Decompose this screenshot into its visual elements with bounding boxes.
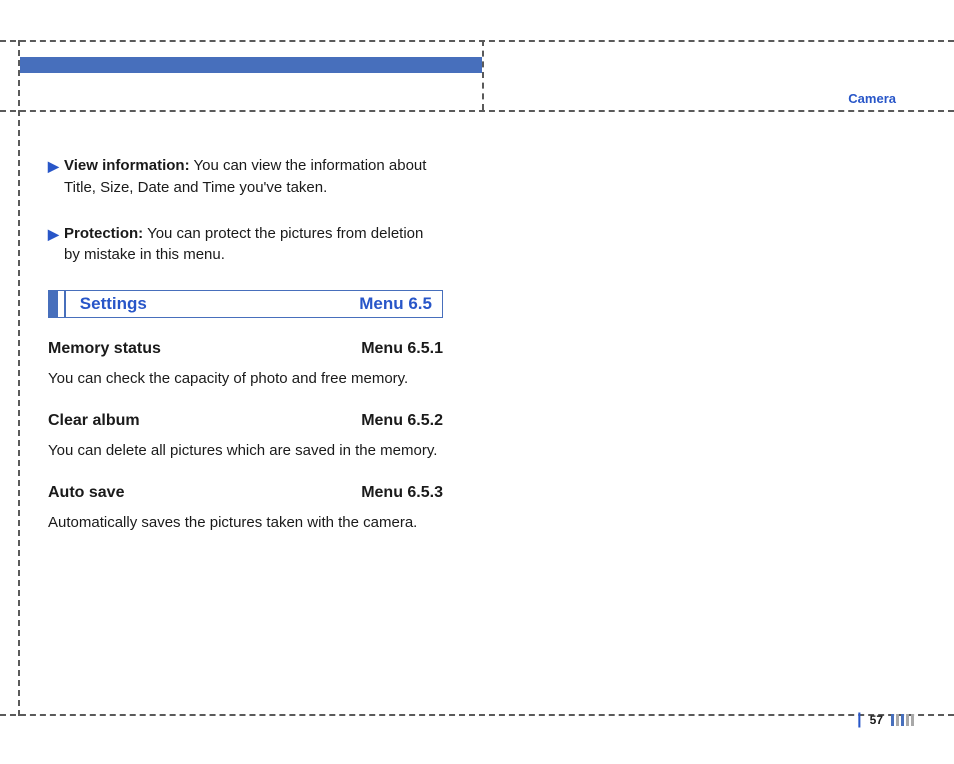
crop-dash-header: [0, 110, 954, 112]
triangle-right-icon: ▶: [48, 224, 64, 267]
sub-body: You can check the capacity of photo and …: [48, 368, 443, 390]
settings-heading: Settings Menu 6.5: [48, 290, 443, 318]
page-footer: | 57: [857, 711, 914, 729]
subsection-auto-save: Auto save Menu 6.5.3 Automatically saves…: [48, 484, 443, 534]
crop-dash-left: [18, 40, 20, 716]
sub-title: Auto save: [48, 484, 124, 502]
sub-title: Memory status: [48, 340, 161, 358]
bullet-text: View information: You can view the infor…: [64, 155, 443, 199]
sub-menu-ref: Menu 6.5.2: [361, 412, 443, 430]
subsection-clear-album: Clear album Menu 6.5.2 You can delete al…: [48, 412, 443, 462]
sub-body: Automatically saves the pictures taken w…: [48, 512, 443, 534]
crop-dash-mid: [482, 40, 484, 110]
settings-menu-ref: Menu 6.5: [359, 294, 442, 314]
heading-separator: [64, 291, 66, 317]
section-label: Camera: [848, 91, 896, 106]
crop-dash-top: [0, 40, 954, 42]
bullet-text: Protection: You can protect the pictures…: [64, 223, 443, 267]
sub-menu-ref: Menu 6.5.3: [361, 484, 443, 502]
bullet-view-information: ▶ View information: You can view the inf…: [48, 155, 443, 199]
sub-menu-ref: Menu 6.5.1: [361, 340, 443, 358]
page-number: 57: [870, 713, 883, 727]
bullet-protection: ▶ Protection: You can protect the pictur…: [48, 223, 443, 267]
content-column: ▶ View information: You can view the inf…: [48, 155, 443, 555]
subsection-memory-status: Memory status Menu 6.5.1 You can check t…: [48, 340, 443, 390]
heading-tab-icon: [48, 291, 58, 317]
crop-dash-bottom: [0, 714, 954, 716]
settings-title: Settings: [76, 294, 147, 314]
footer-bars-icon: [891, 714, 914, 726]
manual-page: Camera ▶ View information: You can view …: [0, 0, 954, 764]
sub-body: You can delete all pictures which are sa…: [48, 440, 443, 462]
sub-title: Clear album: [48, 412, 140, 430]
footer-separator-icon: |: [857, 711, 861, 729]
header-accent-bar: [20, 57, 482, 73]
triangle-right-icon: ▶: [48, 156, 64, 199]
